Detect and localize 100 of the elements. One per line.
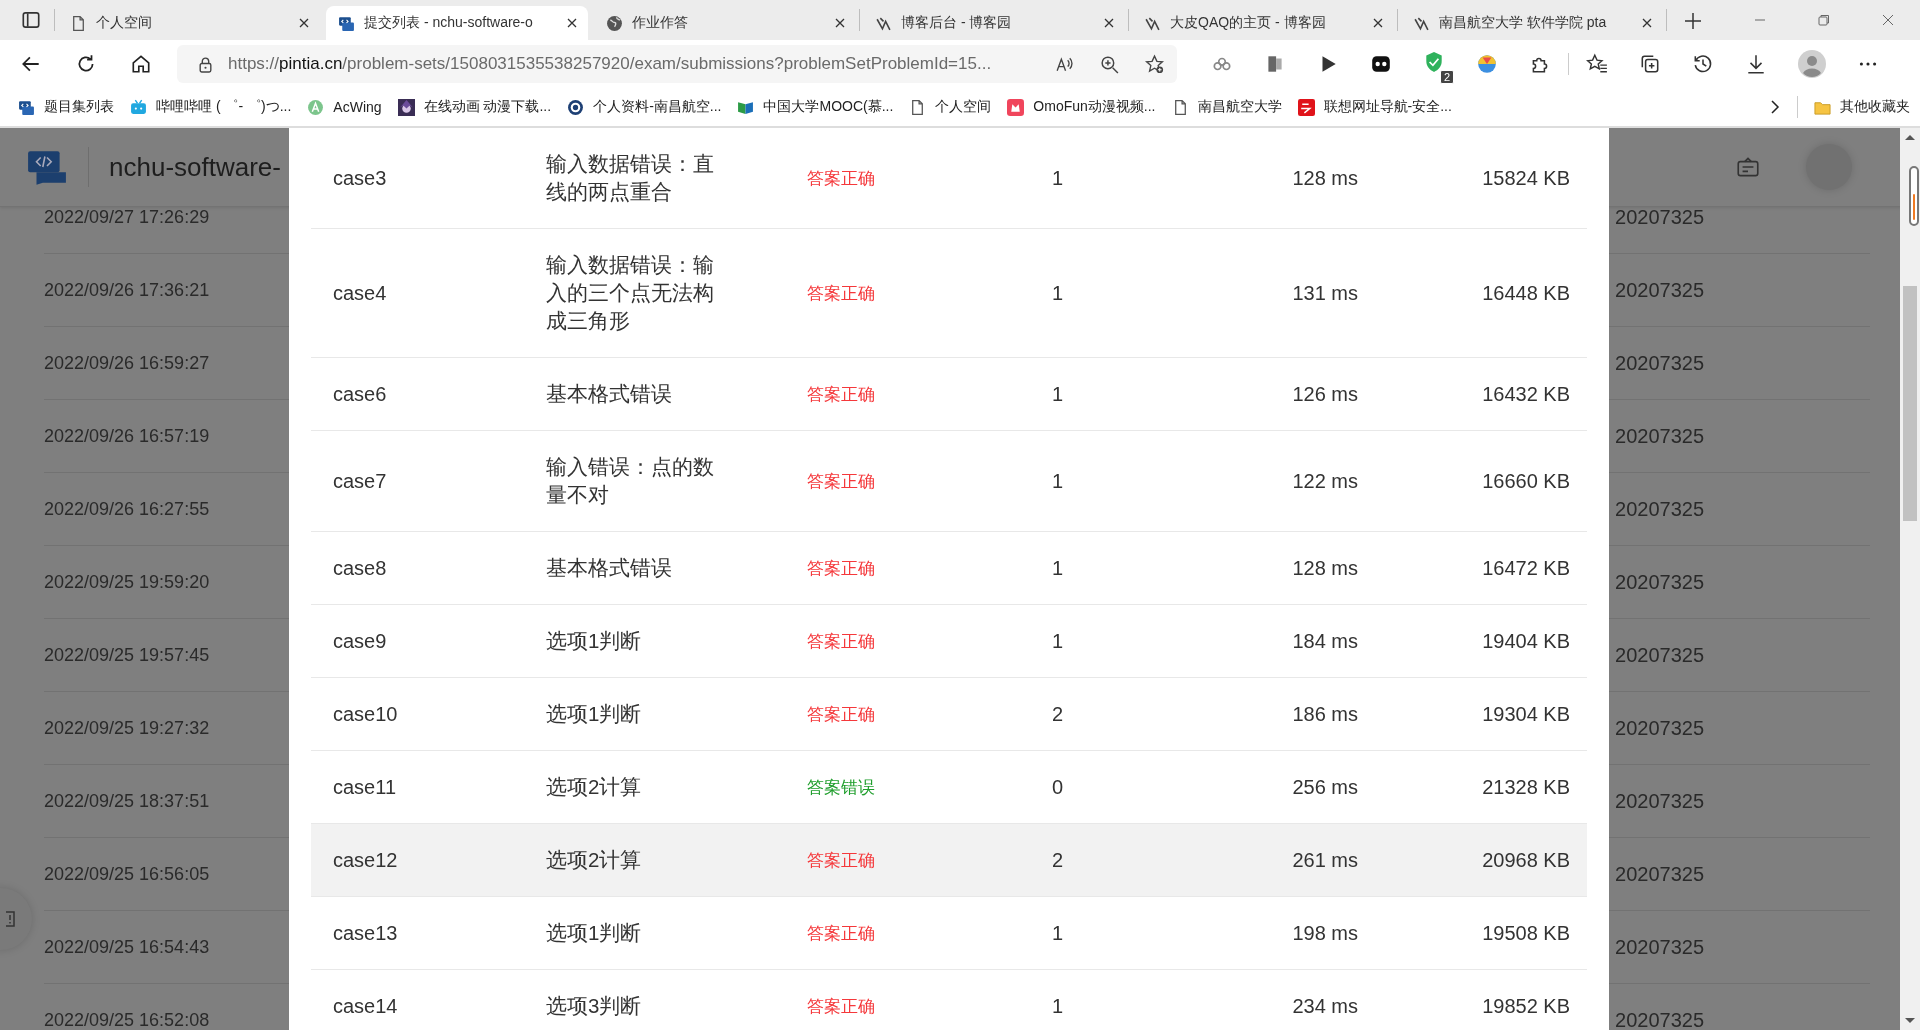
table-cell-text: 输入数据错误：输入的三个点无法构成三角形 bbox=[546, 252, 715, 334]
table-cell: 1 bbox=[1052, 166, 1064, 189]
close-icon[interactable] bbox=[1372, 17, 1384, 29]
colorful-ball-icon[interactable] bbox=[1476, 53, 1498, 75]
chevron-right-icon[interactable] bbox=[1769, 99, 1781, 115]
count-badge: 2 bbox=[1439, 70, 1454, 84]
table-cell: 234 ms bbox=[1292, 994, 1358, 1017]
table-cell: 16432 KB bbox=[1482, 382, 1570, 405]
add-favorite-icon[interactable] bbox=[1144, 53, 1165, 75]
zoom-icon[interactable] bbox=[1099, 53, 1120, 75]
bookmark-item[interactable]: 哔哩哔哩 ( ゜- ゜)つ... bbox=[130, 98, 292, 116]
submission-time: 2022/09/25 16:54:43 bbox=[44, 936, 210, 958]
table-cell: 0 bbox=[1052, 775, 1064, 798]
address-bar[interactable]: https://pintia.cn/problem-sets/1508031535538257920/exam/submissions?problemSetProblemId=15... bbox=[177, 45, 1177, 83]
user-id: 20207325 bbox=[1615, 1008, 1704, 1030]
result-text: 答案正确 bbox=[807, 923, 875, 943]
table-cell: case9 bbox=[333, 629, 387, 652]
url-text: https://pintia.cn/problem-sets/1508031535538257920/exam/submissions?problemSetProblemId=15... bbox=[228, 54, 993, 74]
result-text: 答案正确 bbox=[807, 631, 875, 651]
result-text: 答案错误 bbox=[807, 777, 875, 797]
scrollbar[interactable] bbox=[1900, 128, 1920, 1030]
table-cell: case11 bbox=[333, 775, 396, 798]
bookmark-folder[interactable]: 其他收藏夹 bbox=[1814, 98, 1910, 116]
code-chat-logo-icon[interactable] bbox=[26, 149, 68, 185]
user-id: 20207325 bbox=[1615, 789, 1704, 813]
browser-tab[interactable]: 提交列表 - nchu-software-o bbox=[326, 6, 588, 40]
code-chat-icon bbox=[18, 98, 35, 116]
table-cell: 16472 KB bbox=[1482, 556, 1570, 579]
close-icon[interactable] bbox=[298, 17, 310, 29]
user-id: 20207325 bbox=[1615, 278, 1704, 302]
table-cell-text: 基本格式错误 bbox=[546, 381, 673, 407]
result-text: 答案正确 bbox=[807, 996, 875, 1016]
shield-icon[interactable] bbox=[1423, 51, 1445, 73]
bookmark-item[interactable]: 南昌航空大学 bbox=[1171, 98, 1282, 116]
bookmark-item[interactable]: AcWing bbox=[307, 98, 382, 116]
table-cell-text: 选项1判断 bbox=[546, 628, 643, 654]
table-cell: 21328 KB bbox=[1482, 775, 1570, 798]
browser-tab[interactable]: 作业作答 bbox=[594, 6, 856, 40]
submission-time: 2022/09/26 16:59:27 bbox=[44, 352, 210, 374]
result-text: 答案正确 bbox=[807, 283, 875, 303]
bookmark-item[interactable]: 个人资料-南昌航空... bbox=[567, 98, 722, 116]
table-cell-text: 选项1判断 bbox=[546, 920, 643, 946]
letter-a-logo-icon bbox=[307, 98, 325, 116]
table-cell: 2 bbox=[1052, 702, 1064, 725]
square-logo-icon bbox=[1297, 98, 1315, 116]
close-icon[interactable] bbox=[834, 17, 846, 29]
collections-icon[interactable] bbox=[1639, 53, 1661, 75]
browser-tab[interactable]: 南昌航空大学 软件学院 pta bbox=[1401, 6, 1663, 40]
home-icon[interactable] bbox=[130, 53, 152, 75]
close-icon[interactable] bbox=[1641, 17, 1653, 29]
bookmark-item[interactable]: OmoFun动漫视频... bbox=[1007, 98, 1156, 116]
history-icon[interactable] bbox=[1692, 53, 1714, 75]
scrollbar-thumb[interactable] bbox=[1903, 286, 1917, 521]
bookmark-item[interactable]: 个人空间 bbox=[909, 98, 992, 116]
bookmark-item[interactable]: 中国大学MOOC(慕... bbox=[737, 98, 894, 116]
user-id: 20207325 bbox=[1615, 351, 1704, 375]
table-cell-text: 选项2计算 bbox=[546, 847, 643, 873]
page-icon bbox=[70, 14, 87, 32]
browser-tab[interactable]: 个人空间 bbox=[58, 6, 320, 40]
table-cell-text: 输入数据错误：直线的两点重合 bbox=[546, 151, 715, 205]
submission-time: 2022/09/25 18:37:51 bbox=[44, 790, 210, 812]
scroll-up-icon[interactable] bbox=[1905, 134, 1915, 140]
browser-tab[interactable]: 博客后台 - 博客园 bbox=[863, 6, 1125, 40]
profile-icon[interactable] bbox=[1798, 50, 1826, 78]
table-cell: 19404 KB bbox=[1482, 629, 1570, 652]
submission-time: 2022/09/26 16:27:55 bbox=[44, 498, 210, 520]
restore-icon[interactable] bbox=[1817, 13, 1831, 27]
submission-time: 2022/09/25 16:56:05 bbox=[44, 863, 210, 885]
table-cell: 1 bbox=[1052, 994, 1064, 1017]
ghost-icon[interactable] bbox=[1370, 53, 1392, 75]
code-chat-icon bbox=[338, 14, 355, 32]
scroll-down-icon[interactable] bbox=[1905, 1018, 1915, 1024]
close-icon[interactable] bbox=[1103, 17, 1115, 29]
table-cell: case14 bbox=[333, 994, 398, 1017]
table-cell: case10 bbox=[333, 702, 398, 725]
user-id: 20207325 bbox=[1615, 862, 1704, 886]
table-cell-text: 选项3判断 bbox=[546, 993, 643, 1019]
table-cell-text: 基本格式错误 bbox=[546, 555, 673, 581]
table-cell: case3 bbox=[333, 166, 387, 189]
user-id: 20207325 bbox=[1615, 935, 1704, 959]
submission-time: 2022/09/25 19:59:20 bbox=[44, 571, 210, 593]
table-cell: 256 ms bbox=[1292, 775, 1358, 798]
cat-icon bbox=[1007, 98, 1025, 116]
table-cell: 1 bbox=[1052, 281, 1064, 304]
table-cell-text: 选项2计算 bbox=[546, 774, 643, 800]
tab-actions-icon[interactable] bbox=[20, 9, 42, 31]
user-id: 20207325 bbox=[1615, 205, 1704, 229]
bookmark-item[interactable]: 在线动画 动漫下载... bbox=[397, 98, 552, 116]
bookmark-item[interactable]: 联想网址导航-安全... bbox=[1297, 98, 1452, 116]
site-title: nchu-software- bbox=[109, 151, 281, 183]
table-cell: 122 ms bbox=[1292, 469, 1358, 492]
bookmark-item[interactable]: 题目集列表 bbox=[18, 98, 114, 116]
download-icon[interactable] bbox=[1745, 53, 1767, 75]
table-cell: 1 bbox=[1052, 629, 1064, 652]
close-icon[interactable] bbox=[566, 17, 578, 29]
favorites-icon[interactable] bbox=[1586, 53, 1608, 75]
close-window-icon[interactable] bbox=[1881, 13, 1895, 27]
new-tab-icon[interactable] bbox=[1683, 11, 1703, 31]
browser-tab[interactable]: 大皮QAQ的主页 - 博客园 bbox=[1132, 6, 1394, 40]
table-cell: case8 bbox=[333, 556, 387, 579]
